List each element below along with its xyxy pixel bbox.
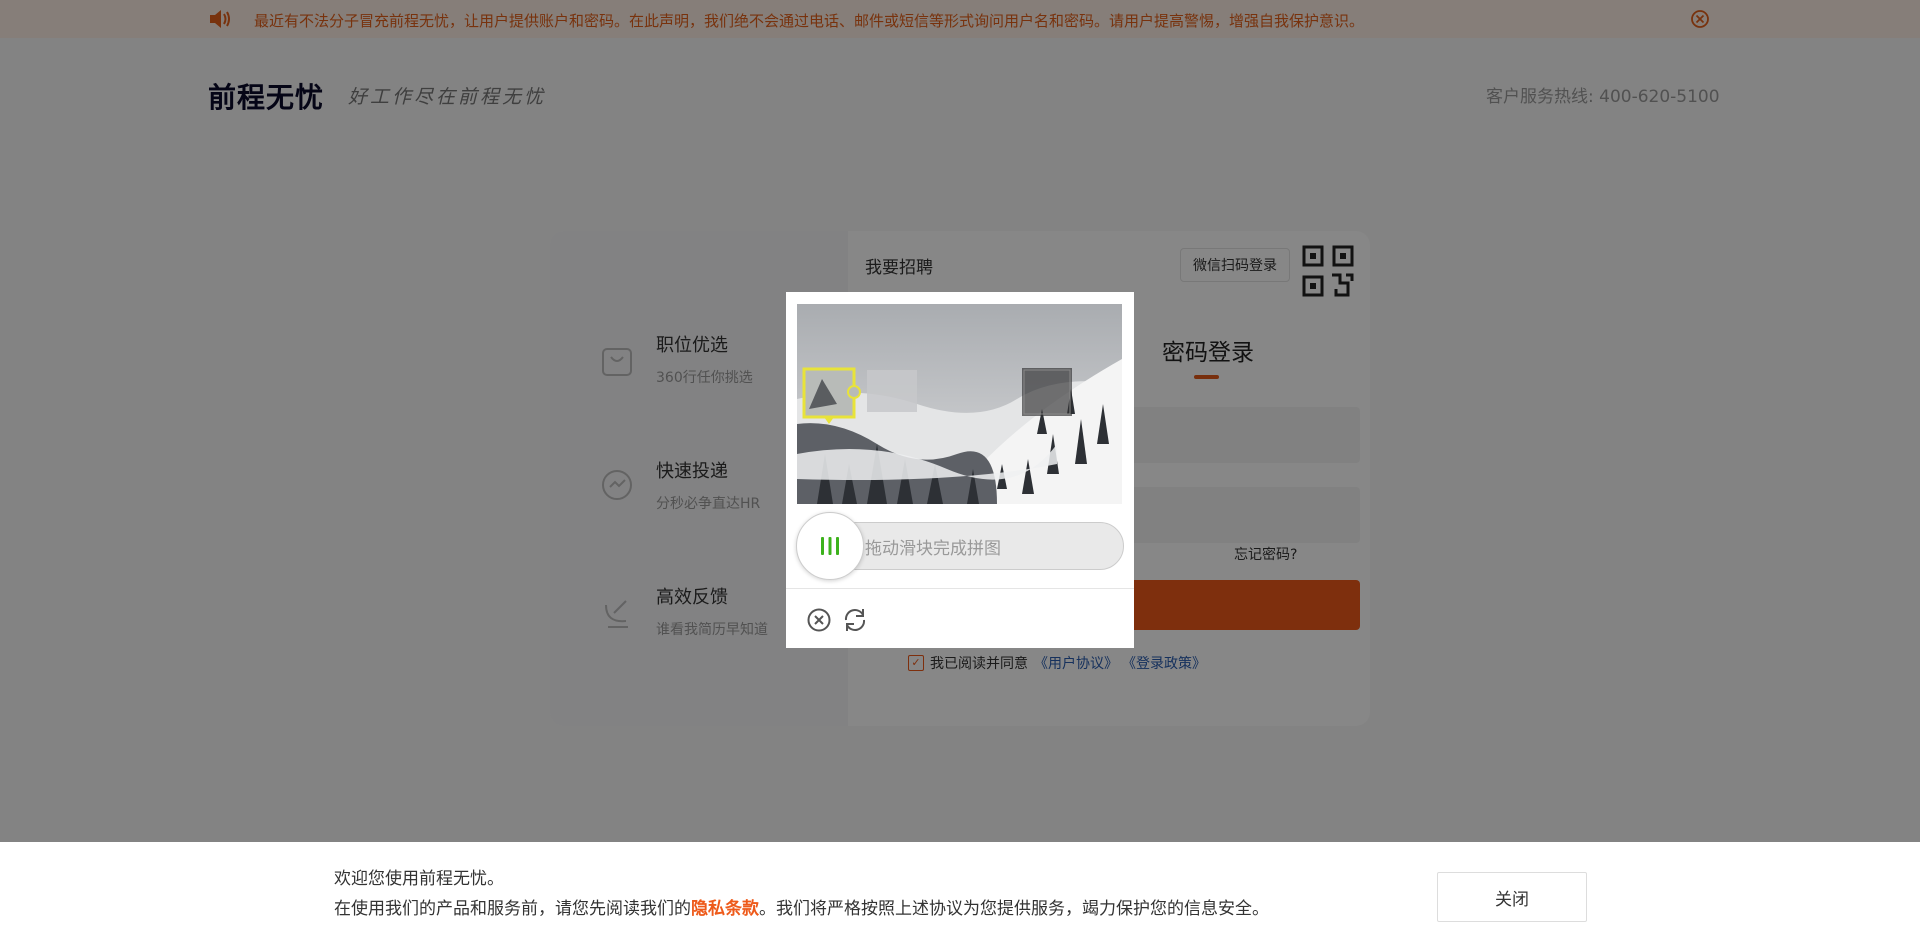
privacy-banner: 欢迎您使用前程无忧。 在使用我们的产品和服务前，请您先阅读我们的隐私条款。我们将… bbox=[0, 842, 1920, 942]
privacy-text-prefix: 在使用我们的产品和服务前，请您先阅读我们的 bbox=[334, 899, 691, 919]
slider-hint: 拖动滑块完成拼图 bbox=[865, 539, 1001, 559]
refresh-captcha-icon[interactable] bbox=[841, 606, 869, 634]
privacy-welcome: 欢迎您使用前程无忧。 bbox=[334, 869, 504, 889]
captcha-divider bbox=[786, 588, 1134, 589]
privacy-text: 在使用我们的产品和服务前，请您先阅读我们的隐私条款。我们将严格按照上述协议为您提… bbox=[334, 894, 1269, 919]
slider-handle[interactable] bbox=[796, 512, 864, 580]
privacy-terms-link[interactable]: 隐私条款 bbox=[691, 899, 759, 919]
privacy-text-suffix: 。我们将严格按照上述协议为您提供服务，竭力保护您的信息安全。 bbox=[759, 899, 1269, 919]
drag-bars-icon bbox=[821, 537, 839, 555]
puzzle-piece[interactable] bbox=[802, 367, 861, 424]
captcha-puzzle-image bbox=[797, 304, 1122, 504]
slider-captcha: 拖动滑块完成拼图 bbox=[786, 292, 1134, 648]
close-privacy-button[interactable]: 关闭 bbox=[1437, 872, 1587, 922]
close-captcha-icon[interactable] bbox=[806, 607, 832, 633]
